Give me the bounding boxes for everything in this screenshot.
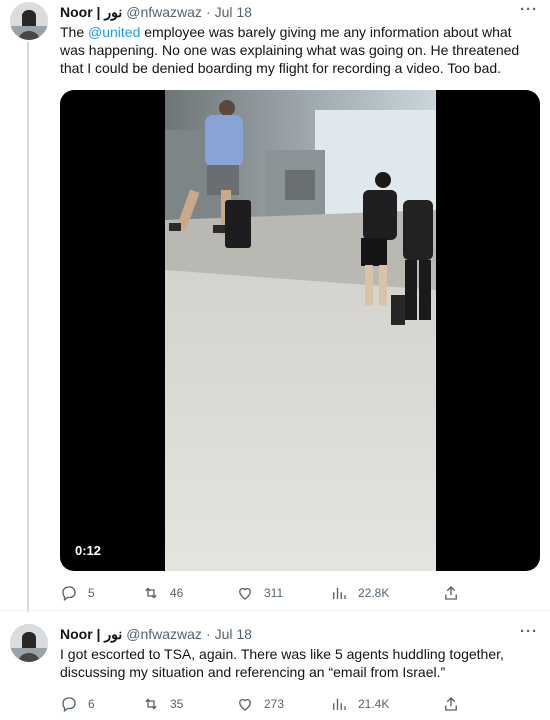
reply-count: 5 (88, 586, 95, 600)
like-icon (239, 698, 251, 711)
more-options-icon[interactable]: ··· (520, 1, 538, 19)
retweet-button[interactable]: 35 (142, 694, 183, 714)
share-button[interactable] (442, 583, 460, 603)
tweet-text: The @united employee was barely giving m… (60, 23, 540, 77)
tweet-date[interactable]: Jul 18 (215, 625, 252, 643)
views-button[interactable]: 21.4K (330, 694, 389, 714)
tweet[interactable]: Noor | نور @nfwazwaz · Jul 18 ··· I got … (0, 611, 550, 720)
tweet-header: Noor | نور @nfwazwaz · Jul 18 ··· (60, 1, 538, 21)
like-icon (239, 587, 251, 600)
video-duration: 0:12 (73, 542, 104, 559)
retweet-count: 46 (170, 586, 184, 600)
thread-connector-line (27, 42, 29, 612)
views-icon (333, 698, 346, 710)
tweet-text: I got escorted to TSA, again. There was … (60, 646, 504, 680)
reply-icon (62, 697, 76, 713)
avatar[interactable] (10, 2, 48, 40)
retweet-icon (145, 698, 157, 710)
separator-dot: · (205, 4, 211, 20)
like-button[interactable]: 311 (236, 583, 283, 603)
views-count: 22.8K (358, 586, 390, 600)
share-button[interactable] (442, 694, 460, 714)
author-name[interactable]: Noor | نور (60, 3, 122, 21)
action-bar: 6 35 273 21.4K (60, 694, 480, 714)
views-icon (333, 587, 346, 599)
reply-count: 6 (88, 697, 95, 711)
video-frame[interactable] (165, 90, 436, 571)
tweet-header: Noor | نور @nfwazwaz · Jul 18 ··· (60, 623, 538, 643)
more-options-icon[interactable]: ··· (520, 623, 538, 641)
tweet-text-start: The (60, 24, 89, 40)
tweet-date[interactable]: Jul 18 (215, 3, 252, 21)
avatar[interactable] (10, 624, 48, 662)
retweet-icon (145, 587, 157, 599)
share-icon (445, 697, 457, 711)
reply-button[interactable]: 5 (60, 583, 95, 603)
mention-link[interactable]: @united (88, 24, 140, 40)
views-button[interactable]: 22.8K (330, 583, 389, 603)
views-count: 21.4K (358, 697, 390, 711)
tweet[interactable]: Noor | نور @nfwazwaz · Jul 18 ··· The @u… (0, 0, 550, 612)
author-handle[interactable]: @nfwazwaz (126, 625, 202, 643)
retweet-count: 35 (170, 697, 184, 711)
reply-icon (62, 586, 76, 602)
author-handle[interactable]: @nfwazwaz (126, 3, 202, 21)
reply-button[interactable]: 6 (60, 694, 95, 714)
retweet-button[interactable]: 46 (142, 583, 183, 603)
video-player[interactable]: 0:12 (60, 90, 540, 571)
like-button[interactable]: 273 (236, 694, 284, 714)
like-count: 273 (264, 697, 285, 711)
author-name[interactable]: Noor | نور (60, 625, 122, 643)
action-bar: 5 46 311 22.8K (60, 583, 480, 603)
separator-dot: · (205, 626, 211, 642)
share-icon (445, 586, 457, 600)
like-count: 311 (264, 586, 284, 600)
